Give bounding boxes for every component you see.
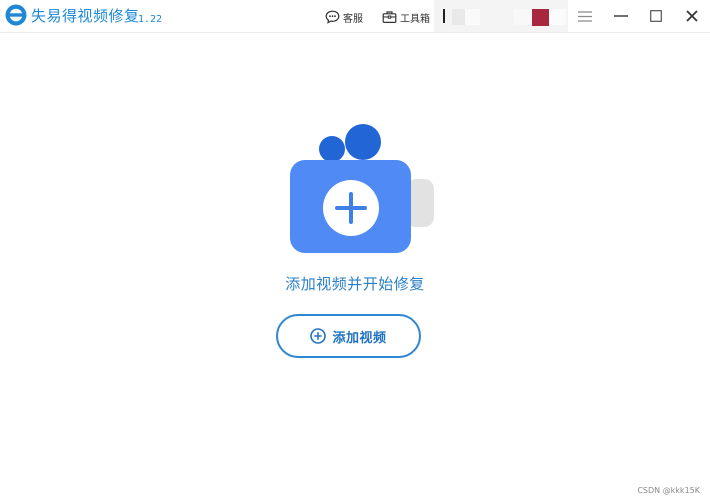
watermark: CSDN @kkk15K <box>637 486 700 495</box>
user-name-redacted <box>514 9 531 25</box>
app-version: 1.22 <box>138 14 163 25</box>
minimize-button[interactable] <box>605 0 637 32</box>
title-bar: 失易得视频修复 1.22 客服 工具箱 <box>0 0 710 33</box>
user-name-redacted <box>465 9 480 25</box>
user-name-redacted <box>452 9 465 25</box>
maximize-button[interactable] <box>640 0 672 32</box>
user-name-redacted <box>549 9 566 25</box>
toolbox-button[interactable]: 工具箱 <box>382 8 430 26</box>
support-label: 客服 <box>343 13 363 25</box>
close-icon <box>686 10 698 22</box>
app-title: 失易得视频修复 <box>31 7 140 25</box>
video-camera-illustration[interactable] <box>288 122 438 257</box>
minimize-icon <box>614 15 628 17</box>
app-logo-icon <box>5 4 27 26</box>
chat-bubble-icon <box>325 10 340 24</box>
add-video-prompt: 添加视频并开始修复 <box>285 275 425 293</box>
toolbox-label: 工具箱 <box>400 13 430 25</box>
support-button[interactable]: 客服 <box>325 8 363 26</box>
text-cursor <box>443 9 445 23</box>
app-window: 失易得视频修复 1.22 客服 工具箱 添加视频并开始修复 添加视频 CSDN … <box>0 0 710 500</box>
plus-circle-icon <box>310 328 327 344</box>
toolbox-icon <box>382 11 397 24</box>
menu-button[interactable] <box>569 0 601 32</box>
maximize-icon <box>650 10 662 22</box>
camera-knob-large <box>345 124 381 160</box>
add-video-button-label: 添加视频 <box>332 330 387 346</box>
camera-knob-small <box>319 136 345 162</box>
add-video-button[interactable]: 添加视频 <box>276 314 421 358</box>
avatar[interactable] <box>532 9 549 26</box>
close-button[interactable] <box>676 0 708 32</box>
hamburger-menu-icon <box>578 10 592 22</box>
